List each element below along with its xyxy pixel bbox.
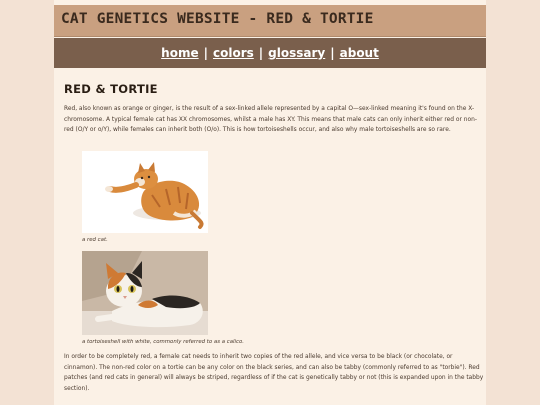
red-cat-image bbox=[82, 151, 208, 233]
nav-separator: | bbox=[330, 46, 335, 60]
content-bottom bbox=[54, 400, 486, 405]
page-title: RED & TORTIE bbox=[64, 82, 158, 96]
site-title: CAT GENETICS WEBSITE - RED & TORTIE bbox=[61, 11, 374, 27]
page-container: CAT GENETICS WEBSITE - RED & TORTIE home… bbox=[54, 0, 486, 405]
nav-home-link[interactable]: home bbox=[161, 46, 198, 60]
nav-separator: | bbox=[203, 46, 208, 60]
main-nav: home | colors | glossary | about bbox=[54, 38, 486, 68]
nav-separator: | bbox=[258, 46, 264, 60]
nav-colors-link[interactable]: colors bbox=[213, 46, 254, 60]
site-header: CAT GENETICS WEBSITE - RED & TORTIE bbox=[54, 5, 486, 37]
calico-cat-image bbox=[82, 251, 208, 335]
nav-glossary-link[interactable]: glossary bbox=[268, 46, 325, 60]
intro-paragraph: Red, also known as orange or ginger, is … bbox=[64, 106, 477, 133]
calico-cat-photo-icon bbox=[82, 251, 208, 335]
nav-about-link[interactable]: about bbox=[340, 46, 379, 60]
image-caption: a red cat. bbox=[82, 237, 108, 243]
second-paragraph: In order to be completely red, a female … bbox=[64, 354, 484, 392]
red-cat-photo-icon bbox=[82, 151, 208, 233]
image-caption: a tortoiseshell with white, commonly ref… bbox=[82, 339, 244, 345]
